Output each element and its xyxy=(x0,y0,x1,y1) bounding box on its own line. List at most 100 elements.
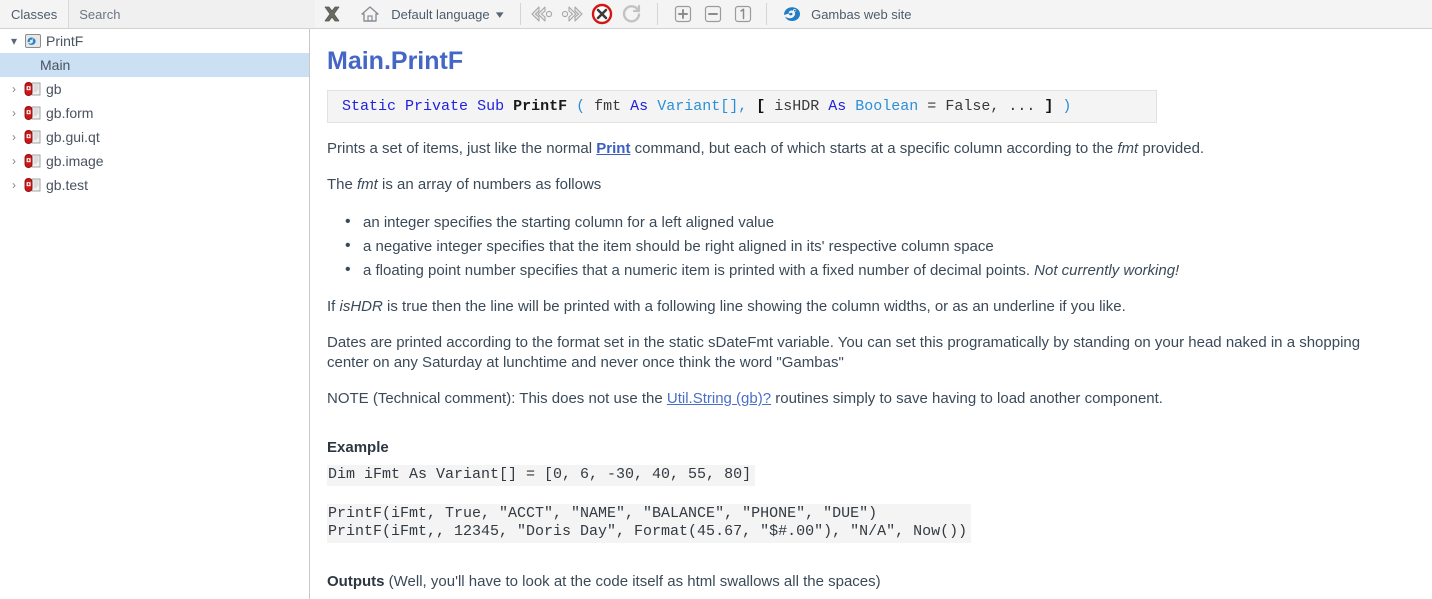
toolbar-separator-3 xyxy=(766,3,767,25)
chevron-right-icon[interactable]: › xyxy=(6,178,22,192)
signature-token-20: False xyxy=(945,98,990,115)
list-item: a floating point number specifies that a… xyxy=(363,259,1416,283)
list-item-text: a floating point number specifies that a… xyxy=(363,262,1034,279)
paragraph-intro: Prints a set of items, just like the nor… xyxy=(327,139,1402,159)
chevron-right-icon[interactable]: › xyxy=(6,82,22,96)
project-icon xyxy=(22,33,44,49)
signature-token-3 xyxy=(468,98,477,115)
example-heading: Example xyxy=(327,439,1416,456)
signature-token-14: [ xyxy=(756,98,765,115)
stop-icon[interactable] xyxy=(589,1,615,27)
outputs-heading: Outputs xyxy=(327,573,385,590)
outputs-text: (Well, you'll have to look at the code i… xyxy=(385,573,881,590)
paragraph-dates: Dates are printed according to the forma… xyxy=(327,333,1402,373)
sidebar-item-gb[interactable]: › gb xyxy=(0,77,309,101)
signature-token-19: = xyxy=(918,98,945,115)
sidebar-item-label: PrintF xyxy=(44,33,83,49)
zoom-in-icon[interactable] xyxy=(670,1,696,27)
language-selector[interactable]: Default language ▾ xyxy=(355,0,514,28)
example-code-block-1: Dim iFmt As Variant[] = [0, 6, -30, 40, … xyxy=(327,465,755,486)
signature-token-9: fmt xyxy=(585,98,630,115)
intro-text-a: Prints a set of items, just like the nor… xyxy=(327,140,596,157)
ishdr-text-b: is true then the line will be printed wi… xyxy=(383,298,1126,315)
gambas-web-site-label: Gambas web site xyxy=(811,7,911,22)
signature-token-2: Private xyxy=(405,98,468,115)
signature-token-4: Sub xyxy=(477,98,504,115)
paragraph-note: NOTE (Technical comment): This does not … xyxy=(327,389,1402,409)
back-arrow-icon[interactable] xyxy=(529,1,555,27)
sidebar-item-label: gb.test xyxy=(44,177,88,193)
zoom-reset-icon[interactable] xyxy=(730,1,756,27)
note-text-b: routines simply to save having to load a… xyxy=(771,390,1163,407)
list-item-note: Not currently working! xyxy=(1034,262,1179,279)
sidebar-item-label: Main xyxy=(38,57,70,73)
signature-token-17 xyxy=(846,98,855,115)
paragraph-ishdr: If isHDR is true then the line will be p… xyxy=(327,297,1402,317)
function-signature: Static Private Sub PrintF ( fmt As Varia… xyxy=(327,90,1157,123)
list-item-text: a negative integer specifies that the it… xyxy=(363,238,994,255)
sidebar-item-label: gb.gui.qt xyxy=(44,129,100,145)
list-item: a negative integer specifies that the it… xyxy=(363,235,1416,259)
paragraph-fmt: The fmt is an array of numbers as follow… xyxy=(327,175,1402,195)
util-string-link[interactable]: Util.String (gb)? xyxy=(667,390,771,407)
signature-token-15: isHDR xyxy=(765,98,828,115)
chevron-right-icon[interactable]: › xyxy=(6,154,22,168)
chevron-down-icon[interactable]: ▾ xyxy=(6,34,22,48)
chevron-right-icon[interactable]: › xyxy=(6,130,22,144)
example-code-block-2: PrintF(iFmt, True, "ACCT", "NAME", "BALA… xyxy=(327,504,971,543)
chevron-down-icon: ▾ xyxy=(495,8,503,21)
sidebar-item-label: gb xyxy=(44,81,62,97)
ishdr-text-a: If xyxy=(327,298,340,315)
component-icon xyxy=(22,153,44,169)
forward-arrow-icon[interactable] xyxy=(559,1,585,27)
documentation-pane[interactable]: Main.PrintF Static Private Sub PrintF ( … xyxy=(311,29,1432,599)
close-x-icon[interactable] xyxy=(319,1,345,27)
sidebar-item-gb-test[interactable]: › gb.test xyxy=(0,173,309,197)
home-icon xyxy=(357,1,383,27)
language-label: Default language xyxy=(385,7,496,22)
signature-token-11 xyxy=(648,98,657,115)
signature-token-13: , xyxy=(738,98,756,115)
note-text-a: NOTE (Technical comment): This does not … xyxy=(327,390,667,407)
sidebar-item-label: gb.image xyxy=(44,153,104,169)
sidebar-item-gb-image[interactable]: › gb.image xyxy=(0,149,309,173)
signature-token-7 xyxy=(567,98,576,115)
sidebar-item-gb-gui-qt[interactable]: › gb.gui.qt xyxy=(0,125,309,149)
gambas-web-site-link[interactable]: Gambas web site xyxy=(773,1,911,27)
fmt-text-a: The xyxy=(327,176,357,193)
signature-token-5 xyxy=(504,98,513,115)
print-link[interactable]: Print xyxy=(596,140,630,157)
fmt-emphasis-1: fmt xyxy=(1117,140,1138,157)
classes-tree-sidebar[interactable]: ▾ PrintF Main › gb › gb.form › gb.gui.qt › gb.imag… xyxy=(0,29,310,599)
signature-token-24: ) xyxy=(1062,98,1071,115)
classes-button[interactable]: Classes xyxy=(0,0,69,28)
intro-text-b: command, but each of which starts at a s… xyxy=(630,140,1117,157)
toolbar-separator-2 xyxy=(657,3,658,25)
fmt-text-b: is an array of numbers as follows xyxy=(378,176,601,193)
zoom-out-icon[interactable] xyxy=(700,1,726,27)
signature-token-0: Static xyxy=(342,98,396,115)
ishdr-emphasis: isHDR xyxy=(340,298,383,315)
toolbar-separator-1 xyxy=(520,3,521,25)
signature-token-22: ] xyxy=(1044,98,1053,115)
sidebar-item-printf[interactable]: ▾ PrintF xyxy=(0,29,309,53)
sidebar-item-gb-form[interactable]: › gb.form xyxy=(0,101,309,125)
component-icon xyxy=(22,105,44,121)
list-item: an integer specifies the starting column… xyxy=(363,211,1416,235)
chevron-right-icon[interactable]: › xyxy=(6,106,22,120)
search-input[interactable] xyxy=(69,1,279,27)
signature-token-8: ( xyxy=(576,98,585,115)
search-field-wrapper[interactable] xyxy=(69,0,315,28)
intro-text-c: provided. xyxy=(1138,140,1204,157)
reload-icon[interactable] xyxy=(619,1,645,27)
toolbar: Classes Default language ▾ xyxy=(0,0,1432,29)
sidebar-item-label: gb.form xyxy=(44,105,93,121)
signature-token-12: Variant[] xyxy=(657,98,738,115)
page-title: Main.PrintF xyxy=(327,47,1416,76)
list-item-text: an integer specifies the starting column… xyxy=(363,214,774,231)
signature-token-10: As xyxy=(630,98,648,115)
sidebar-item-main[interactable]: Main xyxy=(0,53,309,77)
classes-label: Classes xyxy=(0,7,68,22)
code-spacer xyxy=(327,486,1416,504)
component-icon xyxy=(22,129,44,145)
